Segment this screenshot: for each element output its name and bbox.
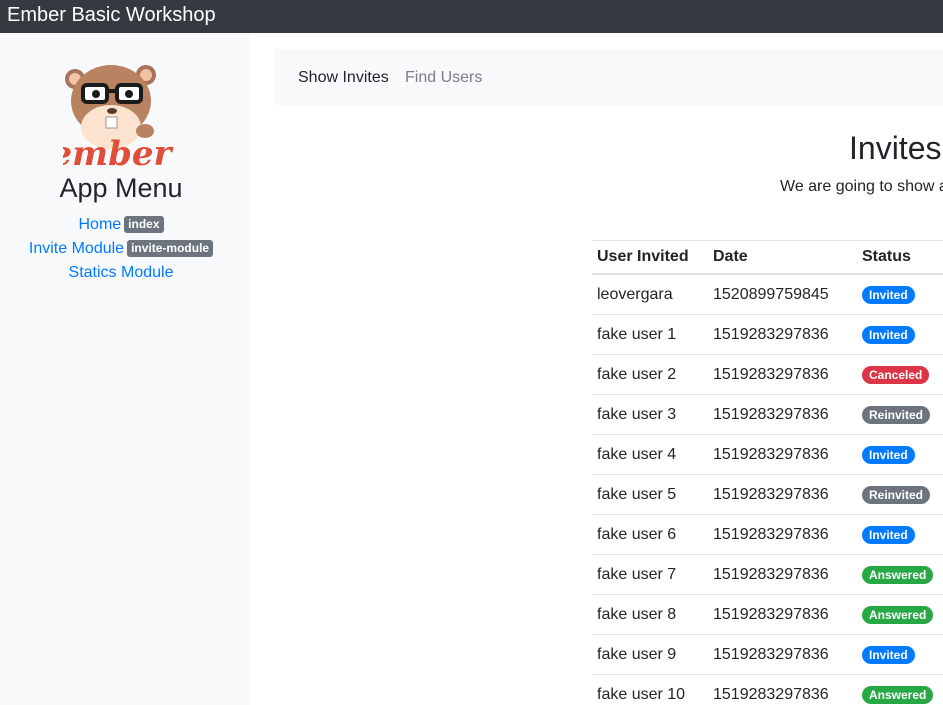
table-row: fake user 6 1519283297836 Invited — [592, 514, 943, 555]
status-badge: Answered — [862, 685, 934, 704]
column-header-status: Status — [857, 240, 943, 275]
route-badge-index: index — [124, 216, 164, 233]
status-cell: Answered — [857, 674, 943, 705]
status-badge: Answered — [862, 605, 934, 624]
status-badge: Invited — [862, 285, 915, 304]
invites-table-container: User Invited Date Status leovergara 15208… — [592, 240, 943, 705]
status-badge: Canceled — [862, 365, 930, 384]
status-cell: Invited — [857, 273, 943, 315]
page-title: Invites — [849, 130, 942, 166]
user-invited-cell: fake user 2 — [592, 354, 708, 395]
statics-module-link[interactable]: Statics Module — [69, 264, 174, 281]
page-lead: We are going to show a — [780, 178, 943, 195]
status-cell: Canceled — [857, 354, 943, 395]
status-cell: Invited — [857, 634, 943, 675]
user-invited-cell: fake user 5 — [592, 474, 708, 515]
status-badge: Answered — [862, 565, 934, 584]
date-cell: 1519283297836 — [708, 554, 857, 595]
status-cell: Reinvited — [857, 394, 943, 435]
date-cell: 1519283297836 — [708, 314, 857, 355]
date-cell: 1519283297836 — [708, 394, 857, 435]
user-invited-cell: fake user 8 — [592, 594, 708, 635]
tab-find-users[interactable]: Find Users — [405, 68, 482, 88]
date-cell: 1519283297836 — [708, 474, 857, 515]
table-row: fake user 1 1519283297836 Invited — [592, 314, 943, 355]
route-badge-invite-module: invite-module — [127, 240, 214, 257]
status-cell: Answered — [857, 594, 943, 635]
table-row: fake user 8 1519283297836 Answered — [592, 594, 943, 635]
status-badge: Invited — [862, 645, 915, 664]
status-cell: Invited — [857, 314, 943, 355]
status-cell: Invited — [857, 514, 943, 555]
table-row: fake user 5 1519283297836 Reinvited — [592, 474, 943, 515]
user-invited-cell: fake user 7 — [592, 554, 708, 595]
tab-show-invites[interactable]: Show Invites — [298, 68, 389, 88]
status-cell: Answered — [857, 554, 943, 595]
user-invited-cell: fake user 4 — [592, 434, 708, 475]
table-row: fake user 9 1519283297836 Invited — [592, 634, 943, 675]
app-brand[interactable]: Ember Basic Workshop — [7, 3, 216, 27]
app-menu-title: App Menu — [59, 173, 183, 203]
date-cell: 1520899759845 — [708, 273, 857, 315]
table-body: leovergara 1520899759845 Invited fake user … — [592, 273, 943, 705]
status-badge: Reinvited — [862, 405, 931, 424]
date-cell: 1519283297836 — [708, 354, 857, 395]
table-row: leovergara 1520899759845 Invited — [592, 273, 943, 315]
menu-item-statics-module: Statics Module — [0, 261, 242, 285]
status-badge: Invited — [862, 325, 915, 344]
date-cell: 1519283297836 — [708, 434, 857, 475]
sub-navigation: Show Invites Find Users — [274, 49, 943, 105]
home-link[interactable]: Home — [78, 216, 121, 233]
svg-text:ember: ember — [63, 134, 174, 174]
user-invited-cell: fake user 3 — [592, 394, 708, 435]
date-cell: 1519283297836 — [708, 594, 857, 635]
invites-table: User Invited Date Status leovergara 15208… — [592, 240, 943, 705]
status-badge: Invited — [862, 525, 915, 544]
table-row: fake user 7 1519283297836 Answered — [592, 554, 943, 595]
status-cell: Invited — [857, 434, 943, 475]
top-navbar: Ember Basic Workshop — [0, 0, 943, 33]
user-invited-cell: fake user 6 — [592, 514, 708, 555]
menu-item-invite-module: Invite Module invite-module — [0, 237, 242, 261]
table-row: fake user 3 1519283297836 Reinvited — [592, 394, 943, 435]
table-row: fake user 10 1519283297836 Answered — [592, 674, 943, 705]
status-badge: Reinvited — [862, 485, 931, 504]
status-cell: Reinvited — [857, 474, 943, 515]
date-cell: 1519283297836 — [708, 514, 857, 555]
user-invited-cell: fake user 10 — [592, 674, 708, 705]
user-invited-cell: leovergara — [592, 273, 708, 315]
table-row: fake user 2 1519283297836 Canceled — [592, 354, 943, 395]
date-cell: 1519283297836 — [708, 634, 857, 675]
table-row: fake user 4 1519283297836 Invited — [592, 434, 943, 475]
column-header-date: Date — [708, 240, 857, 275]
user-invited-cell: fake user 1 — [592, 314, 708, 355]
status-badge: Invited — [862, 445, 915, 464]
date-cell: 1519283297836 — [708, 674, 857, 705]
menu-item-home: Home index — [0, 213, 242, 237]
user-invited-cell: fake user 9 — [592, 634, 708, 675]
invite-module-link[interactable]: Invite Module — [29, 240, 124, 257]
sidebar: ember App Menu Homeindex Invite Modulein… — [0, 33, 250, 705]
table-header-row: User Invited Date Status — [592, 240, 943, 275]
column-header-user: User Invited — [592, 240, 708, 275]
